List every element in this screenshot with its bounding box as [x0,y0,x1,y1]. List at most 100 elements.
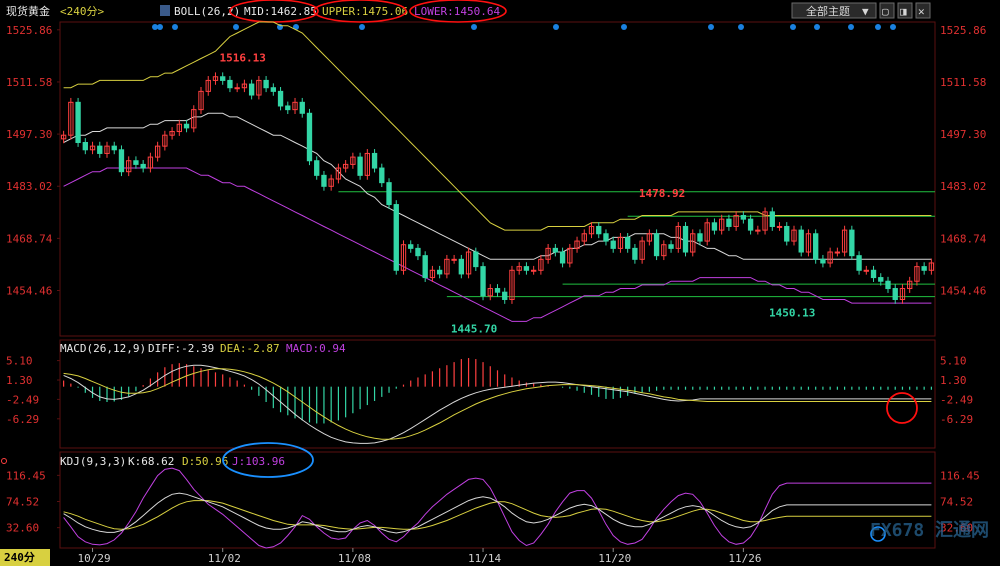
candle-body-43 [371,152,378,169]
price-annotation-1: 1445.70 [451,322,497,335]
kdj-marker-icon [1,458,7,464]
gold-240min-chart: 现货黄金 <240分> BOLL(26,2) MID:1462.85 UPPER… [0,0,989,566]
kdj-tick-left-1: 74.52 [6,495,39,508]
candle-body-113 [878,277,884,282]
kdj-plot: 116.45 116.4574.52 74.5232.60 32.60 [6,467,980,549]
candle-body-26 [248,83,255,96]
candle-body-99 [776,225,783,228]
panel-frame-1 [59,339,936,449]
candle-body-61 [502,291,508,300]
candle-body-17 [183,123,190,129]
price-plot: 1525.86 1525.86 1511.58 1511.58 1497.30 1497.… [6,21,987,335]
price-tick-left-2: 1497.30 [6,128,52,141]
candle-body-7 [111,145,117,151]
boll-lower-value: LOWER:1450.64 [414,5,500,18]
candle-body-86 [682,225,689,253]
macd-plot: 5.10 5.10 1.30 1.30 -2.49 -2.49 -6.29 -6.29 [6,355,973,444]
candle-body-90 [711,222,718,231]
candle-body-3 [82,141,88,151]
candle-body-79 [632,247,638,260]
close-icon: ✕ [918,5,925,18]
candle-body-44 [379,167,385,184]
macd-label: MACD(26,12,9) [60,342,146,355]
candle-body-88 [697,233,703,242]
event-dot-8 [553,24,559,30]
candle-body-65 [530,269,537,272]
candle-body-8 [118,149,125,173]
macd-tick-right-3: -6.29 [940,413,973,426]
candle-body-98 [769,211,775,227]
candle-body-11 [140,163,146,169]
candle-body-41 [357,156,363,176]
candle-body-84 [668,244,674,249]
candle-body-112 [870,269,877,279]
candle-body-74 [596,225,602,235]
candle-body-2 [75,101,81,143]
event-dot-16 [890,24,896,30]
event-dot-1 [157,24,163,30]
candle-body-96 [755,229,761,232]
candle-body-64 [523,266,530,271]
candle-body-107 [834,251,841,254]
price-tick-left-4: 1468.74 [6,232,53,245]
event-dot-11 [738,24,744,30]
candle-body-114 [885,280,891,290]
candle-body-54 [451,258,457,261]
theme-dropdown-label: 全部主题 [806,4,850,18]
kdj-label: KDJ(9,3,3) [60,455,126,468]
period-badge[interactable]: 240分 [0,549,50,566]
price-annotation-0: 1516.13 [219,51,265,64]
candle-body-45 [386,182,392,206]
price-tick-right-0: 1525.86 [940,24,986,37]
price-header: 现货黄金 <240分> BOLL(26,2) MID:1462.85 UPPER… [6,0,931,23]
split-icon: ◨ [900,5,907,18]
chevron-down-icon: ▼ [862,5,869,18]
candle-body-36 [321,174,327,187]
kdj-k-value: K:68.62 [128,455,174,468]
macd-tick-left-1: 1.30 [6,374,33,387]
watermark: FX678 汇通网 [870,520,989,541]
event-dot-10 [708,24,714,30]
candle-body-110 [856,255,862,271]
candle-body-24 [234,87,240,90]
candle-body-76 [610,240,616,249]
event-dot-13 [814,24,820,30]
x-tick-label-5: 11/26 [728,552,761,565]
candle-body-104 [813,233,819,260]
macd-dea-value: DEA:-2.87 [220,342,280,355]
boll-mid-value: MID:1462.85 [244,5,317,18]
candle-body-10 [133,160,139,165]
kdj-k-line [63,492,932,534]
candle-body-119 [921,266,927,271]
price-tick-left-1: 1511.58 [6,76,52,89]
price-tick-right-3: 1483.02 [940,180,986,193]
candle-body-31 [285,105,291,111]
candle-body-49 [415,247,421,257]
boll-upper-value: UPPER:1475.06 [322,5,408,18]
candle-body-57 [473,251,479,268]
candle-body-68 [552,247,559,253]
candle-body-35 [314,160,320,176]
x-axis: 10/29 11/02 11/08 11/14 11/20 11/26 [78,548,761,565]
kdj-j-line [63,467,932,549]
candle-body-78 [624,236,631,249]
price-tick-right-4: 1468.74 [940,232,987,245]
price-annotation-2: 1478.92 [639,187,685,200]
candle-body-95 [747,218,754,231]
macd-header: MACD(26,12,9) DIFF:-2.39 DEA:-2.87 MACD:… [60,342,346,355]
macd-diff-value: DIFF:-2.39 [148,342,214,355]
window-controls[interactable]: ▢ ◨ ✕ [879,2,931,19]
candle-body-58 [480,266,486,297]
macd-macd-value: MACD:0.94 [286,342,346,355]
instrument-name: 现货黄金 [6,4,50,18]
candle-body-69 [559,251,566,264]
theme-dropdown[interactable]: 全部主题 ▼ [791,2,877,19]
macd-tick-right-0: 5.10 [940,355,967,368]
candle-body-100 [784,225,790,242]
price-tick-left-5: 1454.46 [6,285,52,298]
period-tag: <240分> [60,5,104,18]
candle-body-82 [653,233,660,257]
kdj-j-value: J:103.96 [232,455,285,468]
kdj-tick-left-0: 116.45 [6,469,46,482]
price-tick-left-0: 1525.86 [6,24,52,37]
